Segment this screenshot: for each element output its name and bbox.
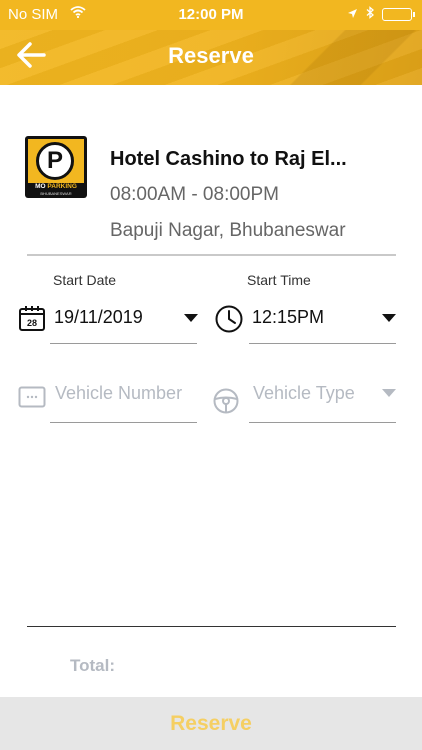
vehicle-number-placeholder: Vehicle Number [55,383,183,403]
start-time-value: 12:15PM [252,307,325,327]
start-time-label: Start Time [247,272,311,288]
parking-address: Bapuji Nagar, Bhubaneswar [110,220,346,241]
start-date-value: 19/11/2019 [54,307,143,327]
start-date-label: Start Date [53,272,117,288]
start-time-underline [249,343,396,344]
start-time-field[interactable]: 12:15PM [212,300,402,346]
reserve-button[interactable]: Reserve [0,697,422,750]
mo-parking-logo: P MO PARKING BHUBANESWAR [25,136,87,198]
calendar-day: 28 [27,318,37,328]
status-bar: No SIM 12:00 PM [0,0,422,30]
logo-sub: BHUBANESWAR [40,191,72,196]
logo-mo: MO [35,183,46,190]
info-divider [27,254,396,256]
vehicle-type-dropdown-icon [382,389,396,397]
total-divider [27,626,396,627]
start-date-underline [50,343,197,344]
vehicle-type-underline [249,422,396,423]
logo-parking: PARKING [47,183,77,190]
status-icons [347,6,415,23]
parking-p-icon: P [36,142,74,180]
steering-wheel-icon [212,387,240,420]
clock-icon [214,304,244,339]
battery-icon [382,8,415,21]
parking-name: Hotel Cashino to Raj El... [110,148,347,170]
parking-hours: 08:00AM - 08:00PM [110,184,279,205]
start-date-dropdown-icon [184,314,198,322]
reserve-button-label: Reserve [170,711,252,735]
bluetooth-icon [366,6,374,23]
license-plate-icon [18,386,46,413]
vehicle-number-underline [50,422,197,423]
logo-letter: P [46,147,63,174]
vehicle-number-field[interactable]: Vehicle Number [16,378,198,424]
vehicle-type-placeholder: Vehicle Type [253,383,355,403]
logo-band: MO PARKING [28,183,84,191]
app-header: Reserve [0,30,422,85]
vehicle-type-field[interactable]: Vehicle Type [210,378,402,424]
start-date-field[interactable]: 28 19/11/2019 [16,300,198,346]
calendar-icon: 28 [18,304,46,337]
location-arrow-icon [347,6,358,23]
start-time-dropdown-icon [382,314,396,322]
total-label: Total: [70,656,116,675]
page-title: Reserve [168,43,254,68]
